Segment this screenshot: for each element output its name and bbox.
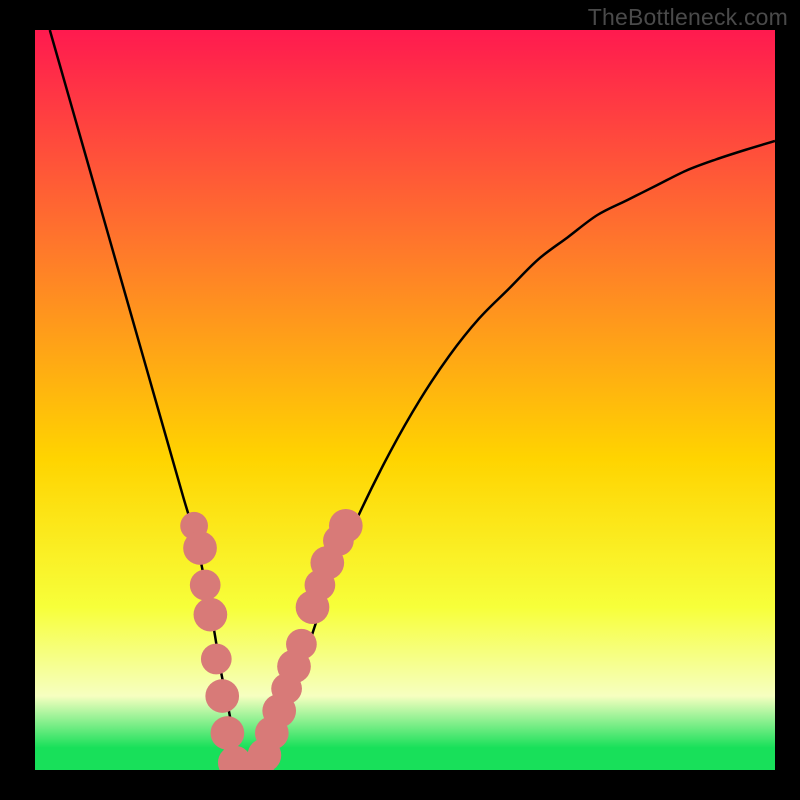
curve-marker xyxy=(183,531,217,565)
curve-marker xyxy=(286,629,317,660)
curve-layer xyxy=(35,30,775,770)
curve-marker xyxy=(205,679,239,713)
curve-markers xyxy=(180,509,362,770)
curve-marker xyxy=(211,716,245,750)
curve-marker xyxy=(201,644,232,675)
curve-marker xyxy=(194,598,228,632)
curve-marker xyxy=(190,570,221,601)
bottleneck-curve xyxy=(50,30,775,770)
chart-frame: TheBottleneck.com xyxy=(0,0,800,800)
curve-marker xyxy=(329,509,363,543)
plot-area xyxy=(35,30,775,770)
watermark-text: TheBottleneck.com xyxy=(588,4,788,31)
